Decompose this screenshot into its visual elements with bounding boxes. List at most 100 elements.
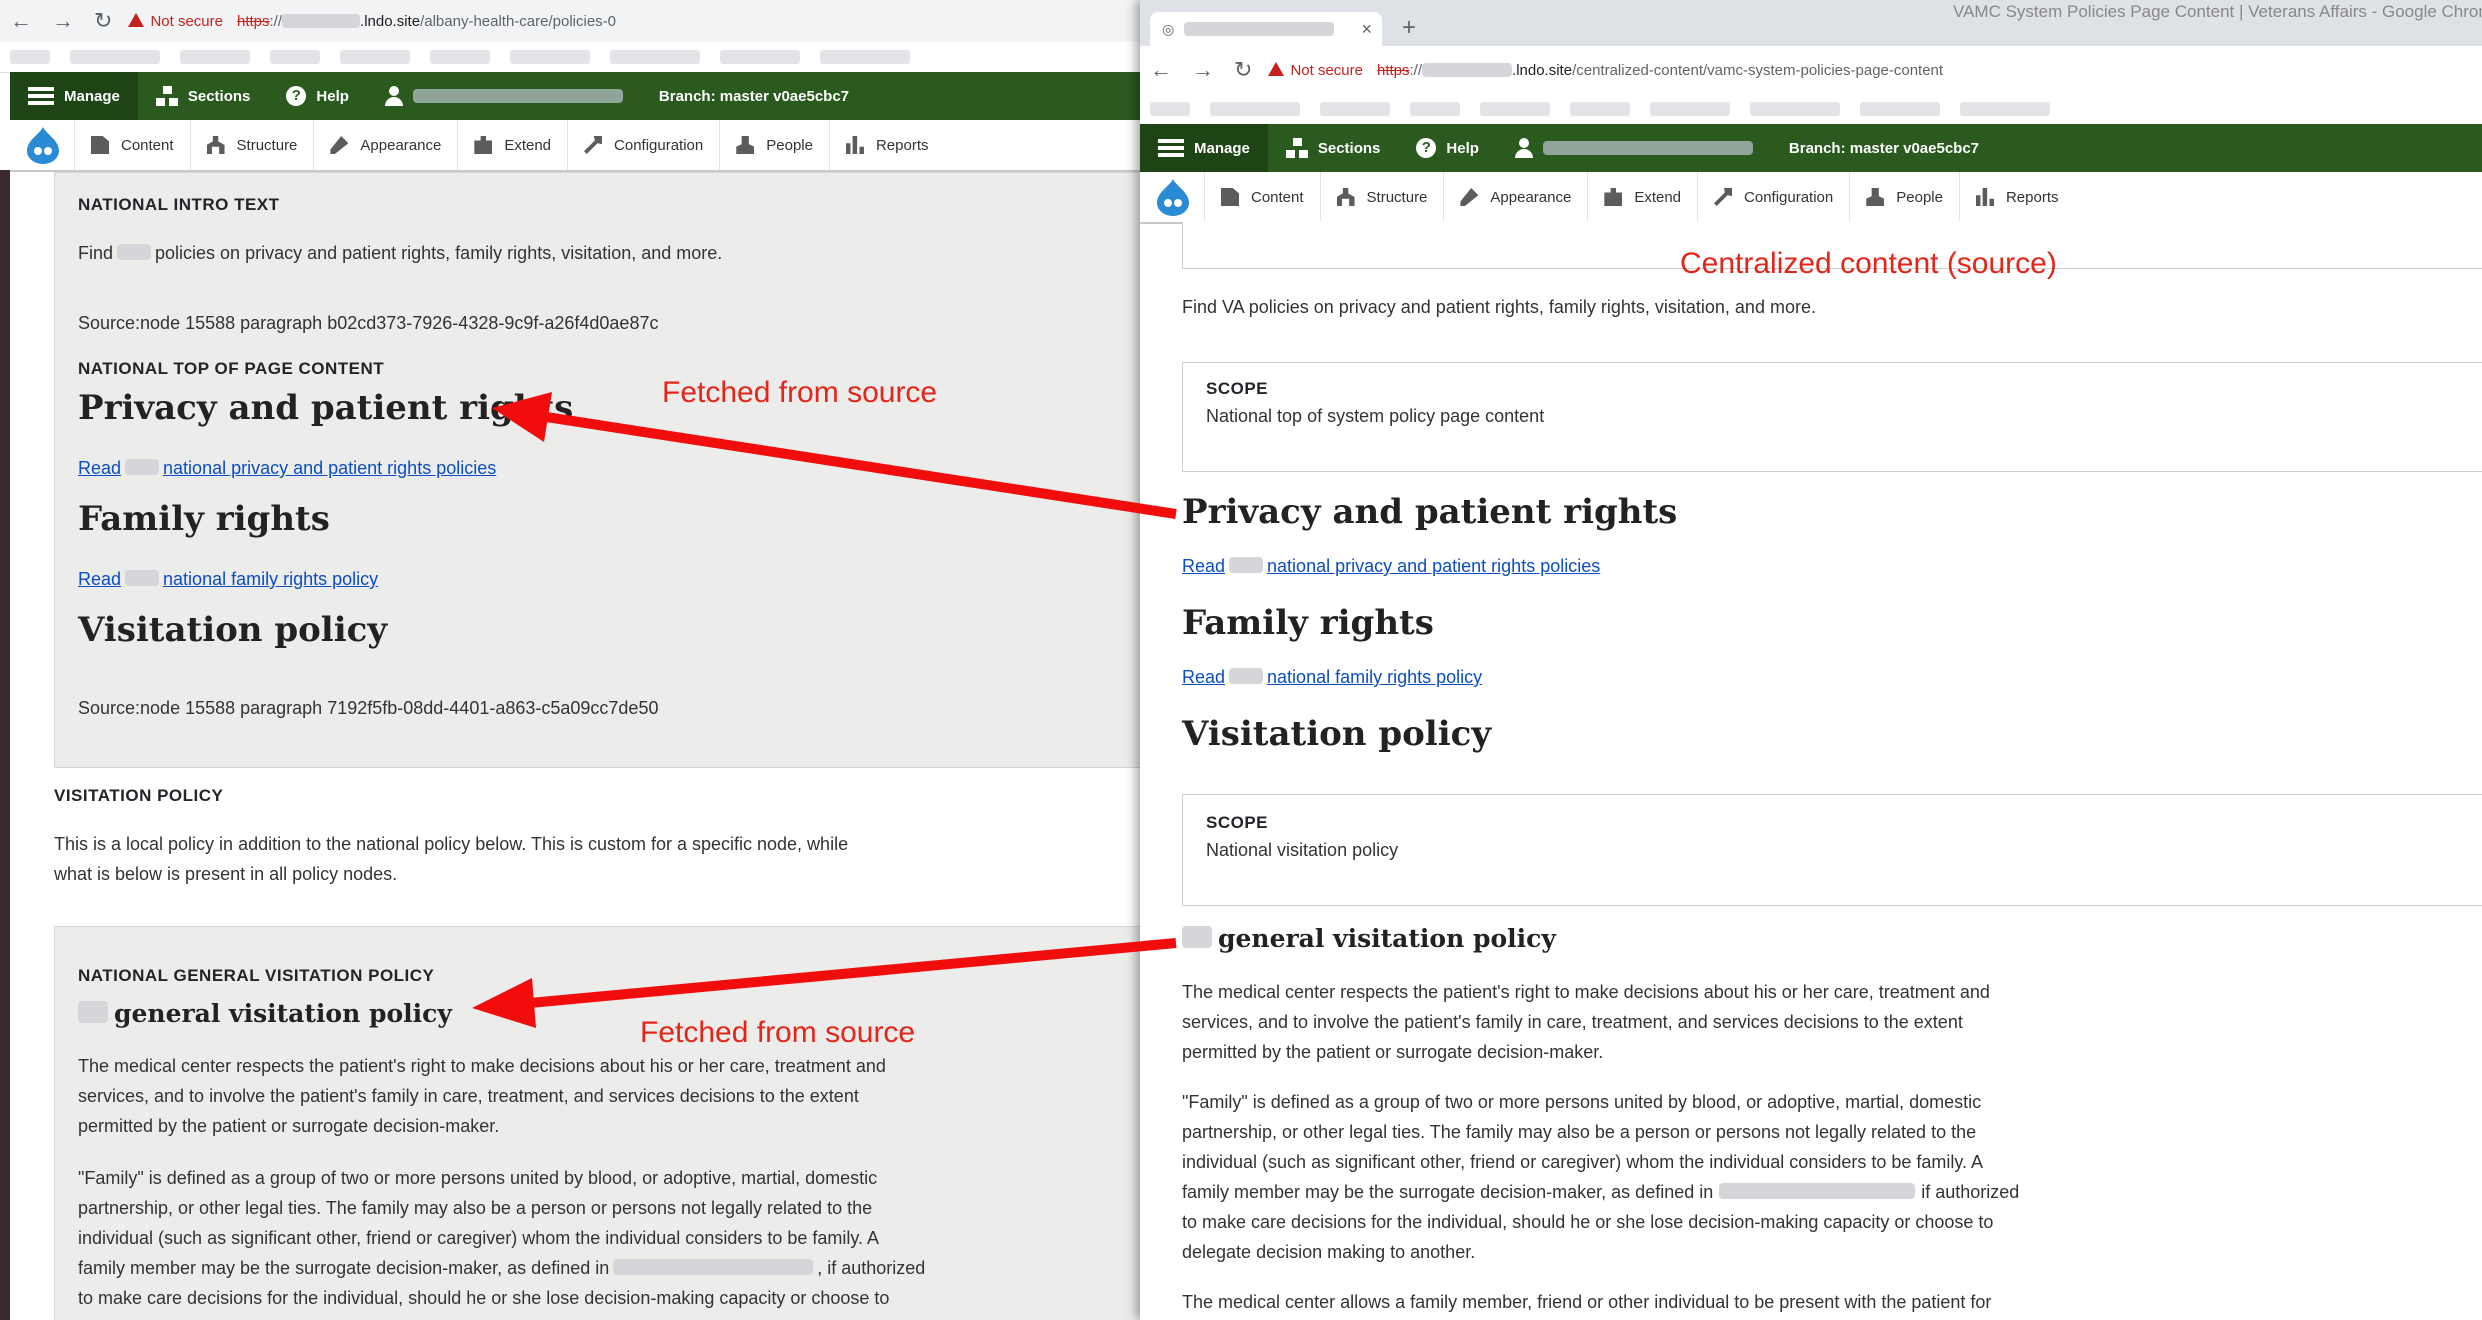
username-redacted (412, 89, 623, 103)
general-para1-line3: permitted by the patient or surrogate de… (78, 1116, 500, 1136)
menu-structure[interactable]: Structure (189, 120, 314, 170)
url-path: /centralized-content/vamc-system-policie… (1572, 61, 1944, 79)
national-general-label: NATIONAL GENERAL VISITATION POLICY (78, 966, 435, 985)
warning-icon (128, 12, 145, 27)
help-button[interactable]: ? Help (268, 72, 367, 120)
sections-button[interactable]: Sections (138, 72, 269, 120)
user-button[interactable] (1497, 124, 1771, 172)
user-button[interactable] (367, 72, 641, 120)
scope-text: National visitation policy (1206, 840, 1399, 860)
para1-line1: The medical center respects the patient'… (1182, 982, 1990, 1002)
privacy-policies-link[interactable]: Read national privacy and patient rights … (1182, 556, 1600, 577)
general-para2-line2: partnership, or other legal ties. The fa… (78, 1198, 873, 1218)
desktop-edge (0, 170, 10, 1320)
left-bookmarks-bar (0, 42, 1140, 73)
not-secure-badge[interactable]: Not secure (128, 12, 223, 30)
right-admin-toolbar: Manage Sections ? Help Branch: master v0a… (1140, 124, 2482, 172)
menu-extend[interactable]: Extend (457, 120, 567, 170)
not-secure-badge[interactable]: Not secure (1268, 61, 1363, 79)
sections-button[interactable]: Sections (1268, 124, 1399, 172)
national-intro-text: Find policies on privacy and patient righ… (78, 243, 723, 263)
wrench-icon (584, 136, 603, 154)
tab-title-redacted (1184, 22, 1335, 36)
window-title: VAMC System Policies Page Content | Vete… (1953, 2, 2482, 21)
para2-line5: to make care decisions for the individua… (1182, 1212, 1994, 1232)
scope-label: SCOPE (1206, 813, 1269, 832)
puzzle-icon (1604, 188, 1623, 206)
menu-people[interactable]: People (719, 120, 829, 170)
general-visitation-heading: general visitation policy (1182, 924, 1556, 953)
brush-icon (1460, 188, 1479, 206)
question-icon: ? (286, 86, 307, 106)
menu-reports[interactable]: Reports (1958, 172, 2075, 222)
back-icon[interactable]: ← (10, 8, 32, 34)
para1-line3: permitted by the patient or surrogate de… (1182, 1042, 1604, 1062)
menu-appearance[interactable]: Appearance (1443, 172, 1587, 222)
hamburger-icon (1158, 139, 1184, 157)
hamburger-icon (28, 87, 54, 105)
right-admin-menu: Content Structure Appearance Extend Conf… (1140, 172, 2482, 224)
menu-reports[interactable]: Reports (828, 120, 945, 170)
general-visitation-heading: general visitation policy (78, 999, 452, 1028)
url-path: /albany-health-care/policies-0 (420, 12, 617, 30)
menu-structure[interactable]: Structure (1319, 172, 1444, 222)
general-para2-line3: individual (such as significant other, f… (78, 1228, 880, 1248)
menu-extend[interactable]: Extend (1587, 172, 1697, 222)
fetched-from-source-annotation-1: Fetched from source (662, 376, 938, 409)
browser-tab[interactable]: ◎ × (1150, 12, 1382, 46)
menu-people[interactable]: People (1849, 172, 1959, 222)
right-address-bar[interactable]: ← → ↻ Not secure https :// .lndo.site /c… (1140, 46, 2482, 94)
document-icon (1221, 188, 1239, 206)
drupal-logo-icon[interactable] (1156, 178, 1190, 216)
close-tab-icon[interactable]: × (1361, 19, 1372, 40)
back-icon[interactable]: ← (1150, 57, 1172, 83)
user-icon (384, 86, 403, 106)
question-icon: ? (1416, 138, 1437, 158)
reload-icon[interactable]: ↻ (94, 8, 112, 34)
manage-button[interactable]: Manage (1140, 124, 1268, 172)
visitation-policy-line2: what is below is present in all policy n… (54, 864, 398, 884)
wrench-icon (1714, 188, 1733, 206)
national-content-panel: NATIONAL INTRO TEXT Find policies on priv… (54, 172, 1140, 768)
url-host-redacted (1422, 63, 1513, 77)
privacy-policies-link[interactable]: Read national privacy and patient rights … (78, 458, 496, 479)
forward-icon[interactable]: → (52, 8, 74, 34)
manage-button[interactable]: Manage (10, 72, 138, 120)
reload-icon[interactable]: ↻ (1234, 57, 1252, 83)
bar-chart-icon (845, 136, 864, 154)
sitemap-icon (155, 86, 178, 106)
help-button[interactable]: ? Help (1398, 124, 1497, 172)
menu-content[interactable]: Content (1204, 172, 1320, 222)
forward-icon[interactable]: → (1192, 57, 1214, 83)
left-address-bar[interactable]: ← → ↻ Not secure https :// .lndo.site /a… (0, 0, 1140, 42)
general-para2-line5: to make care decisions for the individua… (78, 1288, 890, 1308)
menu-content[interactable]: Content (74, 120, 190, 170)
intro-text: Find VA policies on privacy and patient … (1182, 297, 1816, 317)
people-icon (1866, 188, 1885, 206)
family-rights-link[interactable]: Read national family rights policy (1182, 667, 1482, 688)
para2-line3: individual (such as significant other, f… (1182, 1152, 1984, 1172)
privacy-heading: Privacy and patient rights (1182, 492, 1678, 532)
globe-icon: ◎ (1162, 20, 1175, 37)
menu-configuration[interactable]: Configuration (1697, 172, 1849, 222)
general-para1-line2: services, and to involve the patient's f… (78, 1086, 859, 1106)
national-top-label: NATIONAL TOP OF PAGE CONTENT (78, 359, 385, 378)
visitation-policy-line1: This is a local policy in addition to th… (54, 834, 849, 854)
national-intro-label: NATIONAL INTRO TEXT (78, 195, 280, 214)
menu-appearance[interactable]: Appearance (313, 120, 457, 170)
scope-box-top: SCOPE National top of system policy page… (1182, 362, 2482, 472)
fetched-from-source-annotation-2: Fetched from source (640, 1016, 916, 1049)
drupal-logo-icon[interactable] (26, 126, 60, 164)
warning-icon (1268, 61, 1285, 76)
family-rights-heading: Family rights (78, 499, 330, 539)
visitation-heading: Visitation policy (78, 610, 388, 650)
family-rights-link[interactable]: Read national family rights policy (78, 569, 378, 590)
right-browser-window: ◎ × + VAMC System Policies Page Content … (1140, 0, 2482, 1320)
family-rights-heading: Family rights (1182, 603, 1434, 643)
para1-line2: services, and to involve the patient's f… (1182, 1012, 1963, 1032)
structure-icon (1336, 188, 1355, 206)
sitemap-icon (1285, 138, 1308, 158)
menu-configuration[interactable]: Configuration (567, 120, 719, 170)
new-tab-icon[interactable]: + (1402, 14, 1416, 42)
visitation-heading: Visitation policy (1182, 714, 1492, 754)
